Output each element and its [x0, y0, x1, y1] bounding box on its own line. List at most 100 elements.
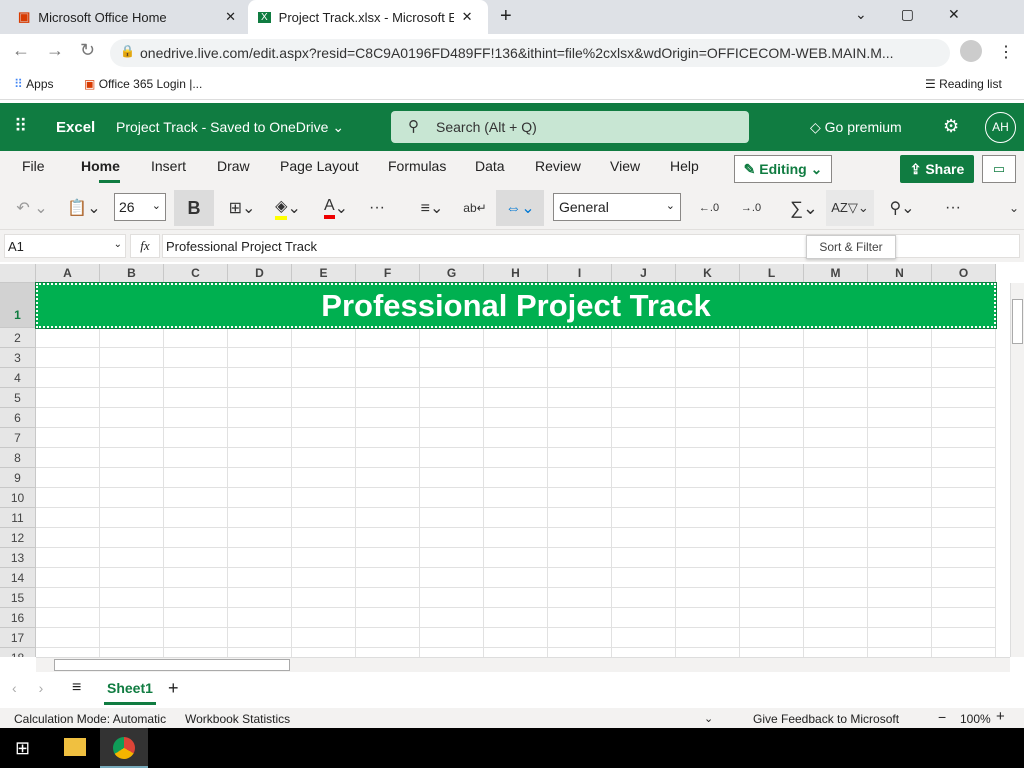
cell[interactable] — [932, 568, 996, 588]
row-header[interactable]: 14 — [0, 568, 36, 588]
cell[interactable] — [868, 528, 932, 548]
editing-mode-button[interactable]: ✎ Editing ⌄ — [734, 155, 832, 183]
cell[interactable] — [676, 528, 740, 548]
cell[interactable] — [740, 428, 804, 448]
cell[interactable] — [740, 488, 804, 508]
cell[interactable] — [676, 548, 740, 568]
cell[interactable] — [740, 608, 804, 628]
tab-home[interactable]: Home — [81, 158, 120, 174]
cell[interactable] — [228, 648, 292, 657]
tab-formulas[interactable]: Formulas — [388, 158, 446, 174]
cell[interactable] — [100, 488, 164, 508]
cell[interactable] — [164, 368, 228, 388]
sort-filter-button[interactable]: AZ▽⌄ — [826, 190, 874, 226]
cell[interactable] — [868, 428, 932, 448]
cell[interactable] — [100, 408, 164, 428]
cell[interactable] — [548, 348, 612, 368]
cell[interactable] — [292, 488, 356, 508]
row-header[interactable]: 1 — [0, 283, 36, 328]
sheet-nav-arrows[interactable]: ‹› — [12, 680, 65, 696]
cell[interactable] — [36, 648, 100, 657]
bookmark-apps[interactable]: ⠿ Apps — [14, 77, 54, 91]
cell[interactable] — [356, 428, 420, 448]
cell-a1-merged-title[interactable]: Professional Project Track — [35, 282, 997, 329]
cell[interactable] — [612, 328, 676, 348]
more-options-button[interactable]: ··· — [938, 190, 968, 226]
column-header[interactable]: B — [100, 264, 164, 283]
cell[interactable] — [612, 568, 676, 588]
cell[interactable] — [676, 588, 740, 608]
cell[interactable] — [804, 448, 868, 468]
row-header[interactable]: 4 — [0, 368, 36, 388]
more-font-options[interactable]: ··· — [362, 190, 392, 226]
cell[interactable] — [292, 588, 356, 608]
cell[interactable] — [612, 468, 676, 488]
app-name[interactable]: Excel — [56, 119, 95, 136]
cell[interactable] — [420, 508, 484, 528]
cell[interactable] — [740, 548, 804, 568]
cell[interactable] — [100, 648, 164, 657]
cell[interactable] — [548, 628, 612, 648]
cell[interactable] — [228, 588, 292, 608]
chrome-taskbar-button[interactable] — [100, 728, 148, 768]
cell[interactable] — [356, 328, 420, 348]
cell[interactable] — [548, 448, 612, 468]
cell[interactable] — [612, 628, 676, 648]
profile-icon[interactable] — [960, 40, 982, 62]
cell[interactable] — [548, 468, 612, 488]
search-input[interactable]: Search (Alt + Q) — [391, 111, 749, 143]
select-all-corner[interactable] — [0, 264, 36, 283]
cell[interactable] — [292, 388, 356, 408]
cell[interactable] — [740, 388, 804, 408]
cell[interactable] — [292, 328, 356, 348]
row-header[interactable]: 8 — [0, 448, 36, 468]
cell[interactable] — [868, 388, 932, 408]
column-header[interactable]: G — [420, 264, 484, 283]
column-header[interactable]: J — [612, 264, 676, 283]
cell[interactable] — [164, 388, 228, 408]
cell[interactable] — [36, 628, 100, 648]
cell[interactable] — [292, 508, 356, 528]
expand-ribbon-button[interactable]: ⌄ — [1004, 190, 1024, 226]
doc-title[interactable]: Project Track - Saved to OneDrive ⌄ — [116, 119, 344, 136]
cell[interactable] — [100, 568, 164, 588]
cell[interactable] — [100, 548, 164, 568]
cell[interactable] — [36, 448, 100, 468]
share-button[interactable]: ⇪ Share — [900, 155, 974, 183]
column-header[interactable]: N — [868, 264, 932, 283]
cell[interactable] — [932, 608, 996, 628]
cell[interactable] — [164, 608, 228, 628]
cell[interactable] — [228, 628, 292, 648]
cell[interactable] — [804, 628, 868, 648]
cell[interactable] — [228, 328, 292, 348]
column-header[interactable]: K — [676, 264, 740, 283]
cell[interactable] — [100, 588, 164, 608]
cell[interactable] — [804, 548, 868, 568]
cell[interactable] — [36, 388, 100, 408]
add-sheet-button[interactable]: + — [168, 678, 179, 699]
cell[interactable] — [228, 368, 292, 388]
cell[interactable] — [676, 328, 740, 348]
tab-data[interactable]: Data — [475, 158, 505, 174]
cell[interactable] — [420, 608, 484, 628]
cell[interactable] — [484, 388, 548, 408]
cell[interactable] — [868, 368, 932, 388]
row-header[interactable]: 2 — [0, 328, 36, 348]
cell[interactable] — [612, 508, 676, 528]
close-icon[interactable]: ✕ — [225, 9, 236, 25]
decrease-decimal-button[interactable]: →.0 — [734, 190, 768, 226]
cell[interactable] — [36, 328, 100, 348]
sheet-tab-sheet1[interactable]: Sheet1 — [104, 680, 156, 705]
cell[interactable] — [676, 468, 740, 488]
cell[interactable] — [484, 508, 548, 528]
cell[interactable] — [804, 508, 868, 528]
cell[interactable] — [164, 488, 228, 508]
window-controls[interactable]: ⌄▢✕ — [855, 6, 994, 23]
cell[interactable] — [484, 488, 548, 508]
cell[interactable] — [548, 368, 612, 388]
tab-page-layout[interactable]: Page Layout — [280, 158, 359, 174]
cell[interactable] — [228, 408, 292, 428]
row-header[interactable]: 13 — [0, 548, 36, 568]
cell[interactable] — [36, 488, 100, 508]
cell[interactable] — [356, 588, 420, 608]
